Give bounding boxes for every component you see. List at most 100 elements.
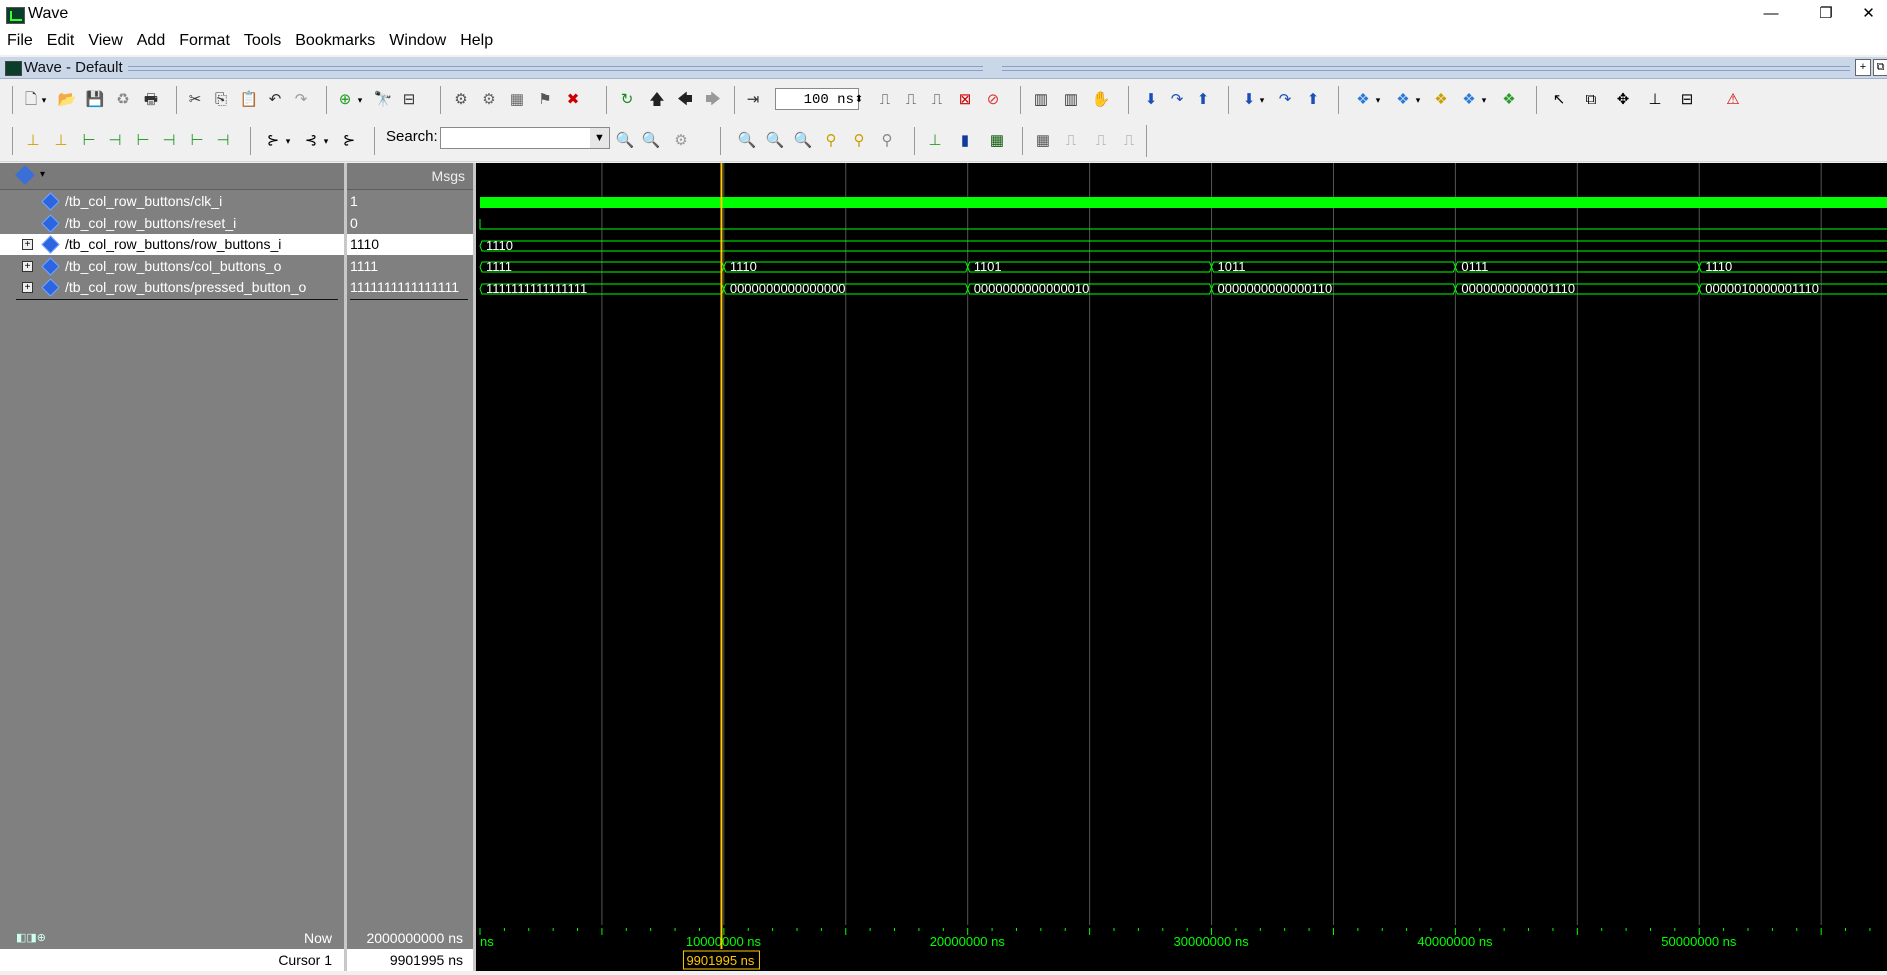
- break-sim-icon[interactable]: ⊠: [954, 89, 976, 111]
- expand-icon[interactable]: +: [22, 282, 33, 293]
- step-over-all-icon[interactable]: ↷: [1274, 89, 1296, 111]
- next-falling-icon[interactable]: ⊣: [158, 130, 180, 152]
- add-dropdown-icon[interactable]: ▾: [354, 89, 366, 111]
- step-out-icon[interactable]: ⬆: [1192, 89, 1214, 111]
- search-back-icon[interactable]: 🔍: [614, 130, 636, 152]
- menu-add[interactable]: Add: [130, 29, 172, 53]
- next-rising-icon[interactable]: ⊣: [212, 130, 234, 152]
- new-dropdown-icon[interactable]: ▾: [38, 89, 50, 111]
- end-sim-icon[interactable]: ✖: [562, 89, 584, 111]
- signal-row[interactable]: + /tb_col_row_buttons/pressed_button_o: [0, 277, 344, 298]
- prev-falling-icon[interactable]: ⊢: [132, 130, 154, 152]
- wave-edge-icon[interactable]: ⎍: [1060, 130, 1082, 152]
- run-length-input[interactable]: 100 ns: [775, 88, 859, 110]
- break-icon[interactable]: ⚑: [534, 89, 556, 111]
- search-options-icon[interactable]: ⚙: [670, 130, 692, 152]
- step-back-icon[interactable]: 🡄: [674, 89, 696, 111]
- pan-mode-icon[interactable]: ✥: [1612, 89, 1634, 111]
- restart-icon[interactable]: ↻: [616, 89, 638, 111]
- insert-group-icon[interactable]: ⊰: [300, 130, 322, 152]
- insert-group-dropdown-icon[interactable]: ▾: [320, 130, 332, 152]
- run-length-spinner[interactable]: ⬍: [852, 89, 866, 111]
- copy-icon[interactable]: ⎘: [210, 89, 232, 111]
- dock-icon[interactable]: +: [1855, 59, 1871, 76]
- step-into-icon[interactable]: ⬇: [1140, 89, 1162, 111]
- zoom-last-icon[interactable]: ⚲: [876, 130, 898, 152]
- step-forward-icon[interactable]: 🡆: [702, 89, 724, 111]
- delete-cursor-icon[interactable]: ▮: [954, 130, 976, 152]
- undo-icon[interactable]: ↶: [264, 89, 286, 111]
- signal-row[interactable]: /tb_col_row_buttons/clk_i: [0, 191, 344, 212]
- signal-value[interactable]: 1110: [347, 234, 473, 255]
- step-dropdown-icon[interactable]: ▾: [1256, 89, 1268, 111]
- open-icon[interactable]: 📂: [56, 89, 78, 111]
- zoom-in-icon[interactable]: 🔍: [736, 130, 758, 152]
- minimize-button[interactable]: —: [1748, 0, 1794, 29]
- menu-help[interactable]: Help: [453, 29, 500, 53]
- prev-transition-icon[interactable]: ⊢: [78, 130, 100, 152]
- timeline-canvas[interactable]: ns 10000000 ns 20000000 ns 30000000 ns 40000…: [476, 925, 1887, 971]
- step-up-icon[interactable]: 🡅: [646, 89, 668, 111]
- step-out-all-icon[interactable]: ⬆: [1302, 89, 1324, 111]
- redo-icon[interactable]: ↷: [290, 89, 312, 111]
- run-icon[interactable]: ⎍: [874, 89, 896, 111]
- zoom-cursor-wave-icon[interactable]: ⚲: [820, 130, 842, 152]
- hierarchy-icon[interactable]: ⊟: [398, 89, 420, 111]
- signal-value[interactable]: 1111111111111111: [347, 277, 473, 298]
- compile-all-icon[interactable]: ⚙: [478, 89, 500, 111]
- close-button[interactable]: ✕: [1850, 0, 1887, 29]
- menu-format[interactable]: Format: [172, 29, 237, 53]
- waveform-canvas[interactable]: 1110 1111 1110 1101 1011 0111 1110 111111111111…: [476, 163, 1887, 925]
- signal-value[interactable]: 1: [347, 191, 473, 212]
- save-icon[interactable]: 💾: [84, 89, 106, 111]
- wave-step-icon[interactable]: ⎍: [1090, 130, 1112, 152]
- layout-dropdown-icon[interactable]: ▾: [1372, 89, 1384, 111]
- header-dropdown-icon[interactable]: ▾: [40, 169, 45, 180]
- wave-pulse-icon[interactable]: ⎍: [1118, 130, 1140, 152]
- edit-mode-icon[interactable]: ⊟: [1676, 89, 1698, 111]
- layout5-icon[interactable]: ❖: [1498, 89, 1520, 111]
- prev-edge-icon[interactable]: ⊥: [22, 130, 44, 152]
- cursor-tools-icon[interactable]: ◧◨⊕: [16, 931, 46, 944]
- signal-row[interactable]: /tb_col_row_buttons/reset_i: [0, 213, 344, 234]
- expand-icon[interactable]: ⊱: [338, 130, 360, 152]
- signal-light-icon[interactable]: ⚠: [1722, 89, 1744, 111]
- signal-row[interactable]: + /tb_col_row_buttons/col_buttons_o: [0, 256, 344, 277]
- wave-style-icon[interactable]: ▦: [1032, 130, 1054, 152]
- signal-value[interactable]: 0: [347, 213, 473, 234]
- menu-bookmarks[interactable]: Bookmarks: [288, 29, 382, 53]
- print-icon[interactable]: 🖶: [140, 89, 162, 111]
- layout3-icon[interactable]: ❖: [1430, 89, 1452, 111]
- undock-icon[interactable]: ⧉: [1873, 59, 1887, 76]
- paste-icon[interactable]: 📋: [238, 89, 260, 111]
- cursor-mode-icon[interactable]: ⊥: [1644, 89, 1666, 111]
- layout2-dropdown-icon[interactable]: ▾: [1412, 89, 1424, 111]
- select-mode-icon[interactable]: ↖: [1548, 89, 1570, 111]
- waveform-pane[interactable]: 1110 1111 1110 1101 1011 0111 1110 111111111111…: [476, 163, 1887, 925]
- layout4-icon[interactable]: ❖: [1458, 89, 1480, 111]
- run-length-icon[interactable]: ⇥: [742, 89, 764, 111]
- menu-file[interactable]: File: [0, 29, 40, 53]
- signal-type-icon[interactable]: [15, 165, 35, 185]
- menu-edit[interactable]: Edit: [40, 29, 82, 53]
- step-over-icon[interactable]: ↷: [1166, 89, 1188, 111]
- find-icon[interactable]: 🔭: [372, 89, 394, 111]
- continue-icon[interactable]: ⎍: [900, 89, 922, 111]
- add-icon[interactable]: ⊕: [334, 89, 356, 111]
- run-all-icon[interactable]: ⎍: [926, 89, 948, 111]
- zoom-full-wave-icon[interactable]: 🔍: [792, 130, 814, 152]
- expand-icon[interactable]: +: [22, 260, 33, 272]
- zoom-mode-icon[interactable]: ⧉: [1580, 89, 1602, 111]
- search-dropdown-icon[interactable]: ▼: [590, 128, 609, 148]
- layout4-dropdown-icon[interactable]: ▾: [1478, 89, 1490, 111]
- reload-icon[interactable]: ♻: [112, 89, 134, 111]
- insert-divider-dropdown-icon[interactable]: ▾: [282, 130, 294, 152]
- timeline-ruler[interactable]: ns 10000000 ns 20000000 ns 30000000 ns 40000…: [476, 925, 1887, 971]
- pan-icon[interactable]: ✋: [1090, 89, 1112, 111]
- stop-icon[interactable]: ⊘: [982, 89, 1004, 111]
- next-edge-icon[interactable]: ⊥: [50, 130, 72, 152]
- signal-row[interactable]: + /tb_col_row_buttons/row_buttons_i: [0, 234, 344, 255]
- menu-window[interactable]: Window: [382, 29, 453, 53]
- add-cursor-icon[interactable]: ⊥: [924, 130, 946, 152]
- search-input[interactable]: [440, 127, 610, 149]
